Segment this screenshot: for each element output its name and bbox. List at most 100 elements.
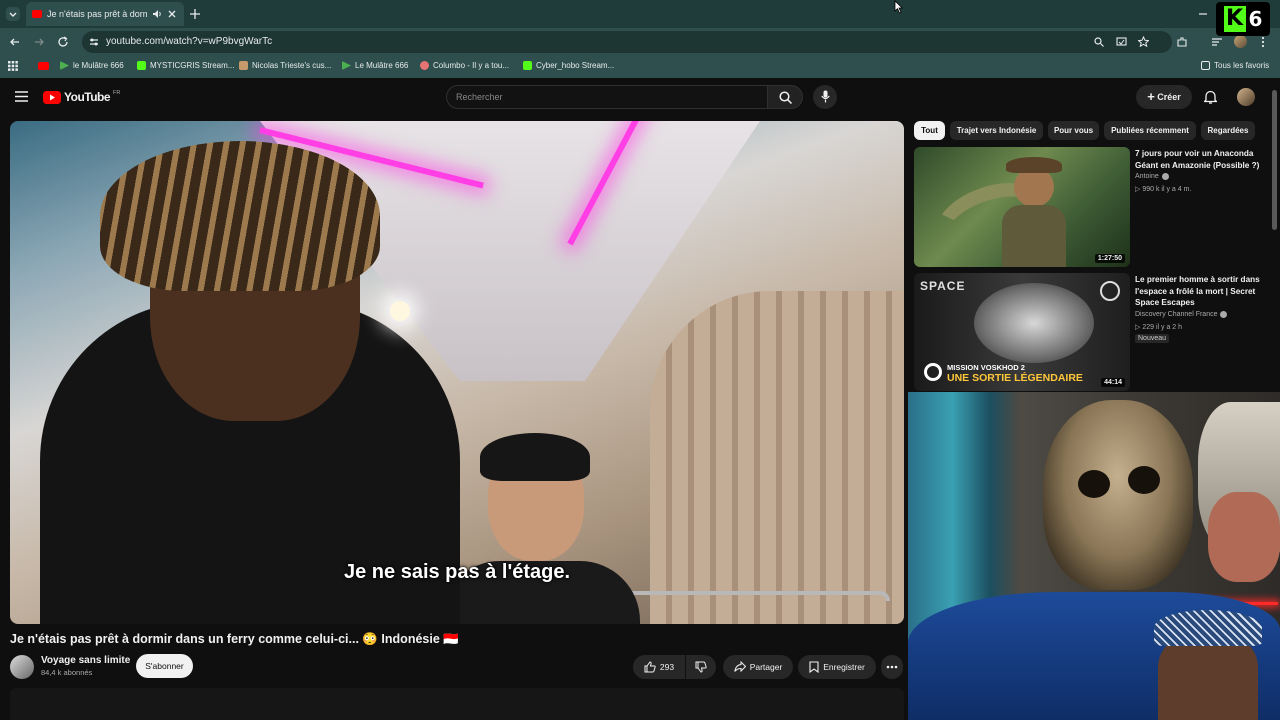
- video-title: Je n'étais pas prêt à dormir dans un fer…: [10, 632, 459, 646]
- channel-avatar[interactable]: [10, 655, 34, 679]
- bookmark-item[interactable]: Cyber_hobo Stream...: [523, 61, 614, 70]
- reading-list-icon[interactable]: [1211, 36, 1223, 48]
- recommendation-title[interactable]: 7 jours pour voir un Anaconda Géant en A…: [1135, 148, 1265, 171]
- create-button[interactable]: + Créer: [1136, 85, 1192, 109]
- all-bookmarks-label: Tous les favoris: [1214, 61, 1270, 70]
- search-button[interactable]: [767, 85, 803, 109]
- more-actions-button[interactable]: [881, 655, 903, 679]
- webcam-streamer-bandana: [1154, 610, 1262, 646]
- notifications-bell-icon[interactable]: [1204, 90, 1217, 104]
- more-horizontal-icon: [886, 665, 898, 669]
- bookmark-item[interactable]: MYSTICGRIS Stream...: [137, 61, 234, 70]
- speaker-icon[interactable]: [152, 9, 162, 19]
- youtube-header: YouTube FR Rechercher + Créer: [0, 81, 1280, 113]
- like-button[interactable]: 293: [633, 655, 685, 679]
- thumbnail-person: [1014, 167, 1054, 207]
- mouse-cursor-icon: [894, 0, 903, 14]
- chip-all[interactable]: Tout: [914, 121, 945, 140]
- save-label: Enregistrer: [823, 662, 865, 672]
- close-tab-icon[interactable]: [167, 9, 177, 19]
- video-frame-person: [480, 433, 590, 481]
- bookmark-label: le Mulâtre 666: [73, 61, 124, 70]
- bookmark-label: Columbo - Il y a tou...: [433, 61, 510, 70]
- apps-grid-icon[interactable]: [8, 61, 18, 71]
- cast-icon[interactable]: [1116, 37, 1127, 47]
- url-text: youtube.com/watch?v=wP9bvgWarTc: [106, 36, 273, 47]
- recommendation-thumbnail[interactable]: 1:27:50: [914, 147, 1130, 267]
- youtube-logo-text: YouTube: [64, 90, 111, 104]
- chip-for-you[interactable]: Pour vous: [1048, 121, 1099, 140]
- deer-icon: [239, 61, 248, 70]
- chip-recent[interactable]: Publiées récemment: [1104, 121, 1196, 140]
- recommendation-thumbnail[interactable]: SPACE MISSION VOSKHOD 2 UNE SORTIE LÉGEN…: [914, 273, 1130, 391]
- recommendation-title[interactable]: Le premier homme à sortir dans l'espace …: [1135, 274, 1265, 309]
- bookmark-label: Cyber_hobo Stream...: [536, 61, 615, 70]
- account-avatar[interactable]: [1237, 88, 1255, 106]
- bookmark-play-icon: [60, 61, 69, 70]
- next-content-strip: [10, 688, 904, 720]
- youtube-logo[interactable]: YouTube FR: [43, 90, 120, 104]
- address-bar[interactable]: youtube.com/watch?v=wP9bvgWarTc: [82, 31, 1172, 53]
- browser-menu-icon[interactable]: [1260, 36, 1266, 48]
- kick-overlay-logo: K 6: [1216, 2, 1270, 36]
- all-bookmarks[interactable]: Tous les favoris: [1201, 61, 1269, 70]
- hamburger-menu-icon[interactable]: [15, 91, 28, 102]
- share-button[interactable]: Partager: [723, 655, 793, 679]
- share-label: Partager: [749, 662, 783, 672]
- voice-search-button[interactable]: [813, 85, 837, 109]
- chip-indonesia[interactable]: Trajet vers Indonésie: [950, 121, 1043, 140]
- bookmark-play-icon: [342, 61, 351, 70]
- tab-title: Je n'étais pas prêt à dormir: [47, 9, 147, 19]
- webcam-skull-painting: [1043, 400, 1193, 590]
- channel-name[interactable]: Voyage sans limite: [41, 655, 130, 666]
- channel-name: Discovery Channel France: [1135, 311, 1218, 318]
- bookmark-item[interactable]: Le Mulâtre 666: [342, 61, 408, 70]
- tab-list-button[interactable]: [6, 7, 20, 21]
- recommendation-meta: ▷ 990 k il y a 4 m.: [1135, 186, 1192, 193]
- chip-watched[interactable]: Regardées: [1201, 121, 1255, 140]
- thumbs-down-icon: [695, 661, 707, 673]
- minimize-icon[interactable]: [1197, 8, 1209, 20]
- page-scrollbar[interactable]: [1272, 90, 1277, 230]
- thumbnail-astronaut: [974, 283, 1094, 363]
- recommendation-meta: ▷ 229 il y a 2 h: [1135, 324, 1183, 331]
- kick-logo-icon: K: [1223, 6, 1246, 32]
- bookmark-item[interactable]: le Mulâtre 666: [60, 61, 124, 70]
- forward-icon[interactable]: [33, 36, 45, 48]
- webcam-painting-face: [1208, 492, 1280, 582]
- recommendation-channel[interactable]: Discovery Channel France: [1135, 311, 1228, 318]
- video-player[interactable]: Je ne sais pas à l'étage.: [10, 121, 904, 624]
- youtube-play-icon: [43, 90, 61, 104]
- verified-icon: [1161, 173, 1169, 180]
- subscribe-button[interactable]: S'abonner: [136, 654, 193, 678]
- bookmark-youtube[interactable]: [38, 62, 49, 70]
- microphone-icon: [821, 90, 830, 103]
- reload-icon[interactable]: [57, 36, 69, 48]
- thumbnail-brand: SPACE: [920, 279, 966, 293]
- extensions-icon[interactable]: [1176, 36, 1188, 48]
- new-tab-icon[interactable]: [189, 8, 201, 20]
- bookmark-item[interactable]: Columbo - Il y a tou...: [420, 61, 509, 70]
- site-info-icon[interactable]: [89, 37, 99, 47]
- bookmark-star-icon[interactable]: [1138, 36, 1149, 47]
- youtube-favicon-icon: [32, 10, 42, 18]
- search-input[interactable]: Rechercher: [446, 85, 768, 109]
- dislike-button[interactable]: [686, 655, 716, 679]
- tab-active[interactable]: Je n'étais pas prêt à dormir: [26, 2, 184, 26]
- back-icon[interactable]: [9, 36, 21, 48]
- thumbnail-hat: [1006, 157, 1062, 173]
- save-button[interactable]: Enregistrer: [798, 655, 876, 679]
- video-frame-light: [390, 301, 410, 321]
- search-icon: [779, 91, 792, 104]
- video-frame-rail: [610, 591, 890, 601]
- profile-avatar[interactable]: [1234, 35, 1247, 48]
- youtube-region: FR: [113, 90, 121, 96]
- bookmark-item[interactable]: Nicolas Trieste's cus...: [239, 61, 331, 70]
- video-duration: 1:27:50: [1094, 254, 1125, 263]
- thumbnail-subtitle: MISSION VOSKHOD 2: [947, 363, 1025, 372]
- kick-icon: [523, 61, 532, 70]
- zoom-icon[interactable]: [1094, 37, 1104, 47]
- subscriber-count: 84,4 k abonnés: [41, 668, 93, 677]
- recommendation-channel[interactable]: Antoine: [1135, 173, 1169, 180]
- channel-name: Antoine: [1135, 173, 1159, 180]
